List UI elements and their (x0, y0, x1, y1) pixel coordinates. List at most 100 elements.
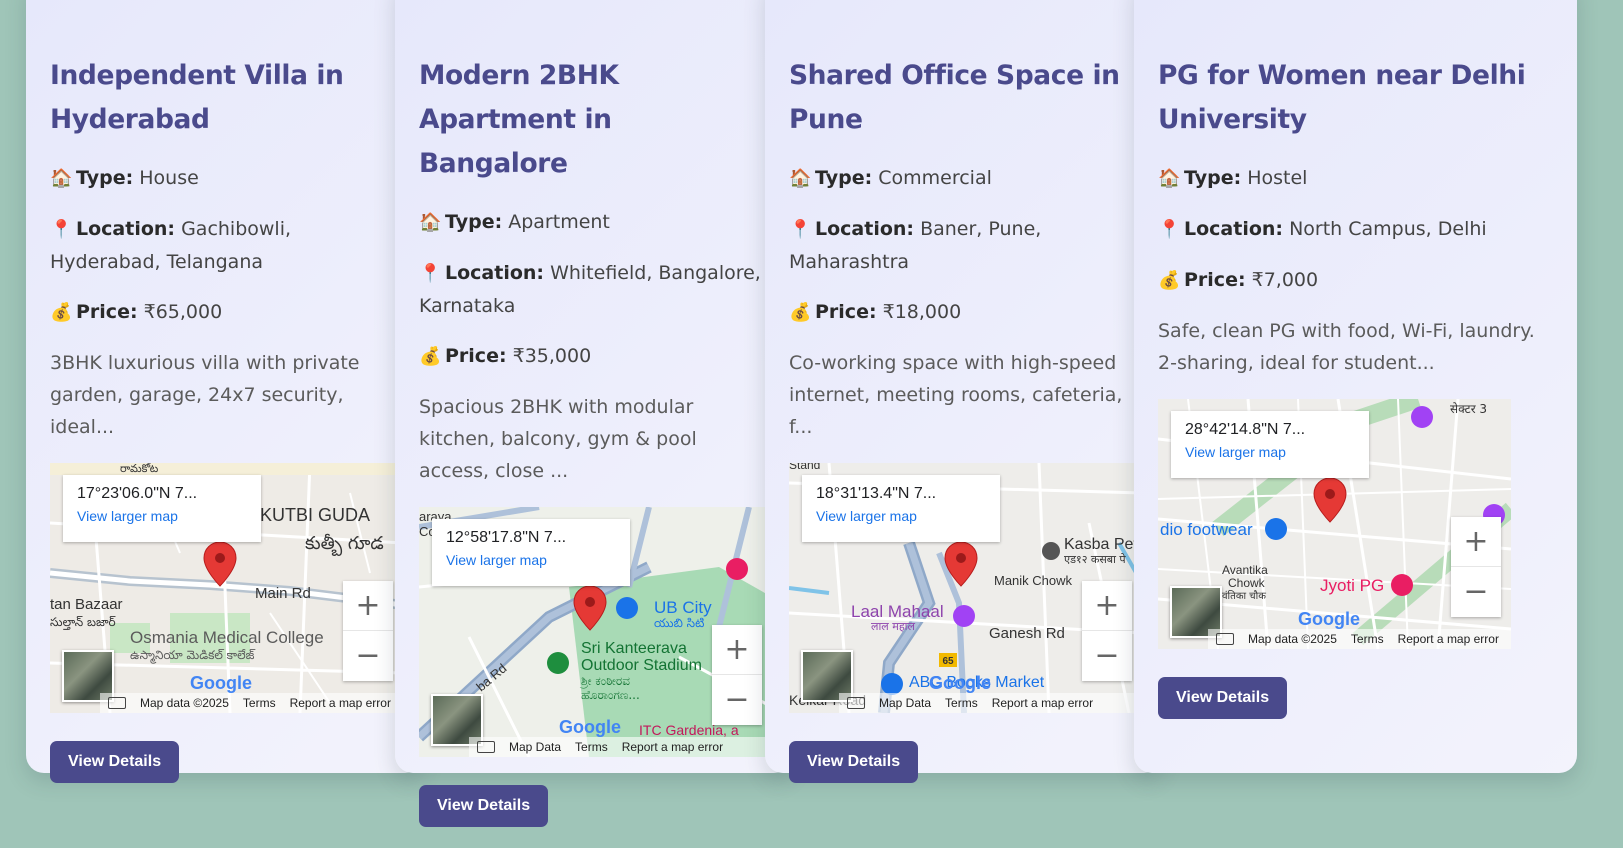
keyboard-icon[interactable] (108, 697, 126, 709)
type-value: House (139, 167, 199, 189)
house-icon: 🏠 (1158, 168, 1181, 189)
zoom-in-button[interactable]: + (343, 581, 393, 631)
listing-title: Modern 2BHK Apartment in Bangalore (419, 60, 619, 179)
listing-title: Independent Villa in Hyderabad (50, 60, 344, 135)
map-embed[interactable]: dio footwear Avantika Chowk वंतिका चौक J… (1158, 399, 1511, 649)
view-larger-map-link[interactable]: View larger map (77, 508, 247, 524)
zoom-in-button[interactable]: + (1082, 581, 1132, 631)
type-value: Apartment (508, 211, 610, 233)
map-footer: Map Data Terms Report a map error (839, 693, 1142, 713)
map-place-label: కుత్బీ గూడ (305, 533, 384, 556)
keyboard-icon[interactable] (1216, 633, 1234, 645)
money-bag-icon: 💰 (50, 302, 73, 323)
map-pin-icon[interactable] (1313, 477, 1347, 523)
zoom-out-button[interactable]: − (1082, 631, 1132, 681)
map-report-link[interactable]: Report a map error (1398, 632, 1499, 646)
map-pin-icon[interactable] (573, 585, 607, 631)
map-place-label: Manik Chowk (994, 573, 1073, 588)
price-value: ₹7,000 (1251, 269, 1319, 291)
location-row: 📍 Location: Baner, Pune, Maharashtra (789, 213, 1138, 278)
view-larger-map-link[interactable]: View larger map (446, 552, 616, 568)
keyboard-icon[interactable] (847, 697, 865, 709)
map-place-label: वंतिका चौक (1222, 590, 1266, 602)
pin-icon: 📍 (1158, 219, 1181, 240)
map-coordinates: 17°23'06.0"N 7... (77, 485, 198, 502)
map-info-box: 18°31'13.4"N 7... View larger map (802, 475, 1000, 542)
map-zoom-control: + − (712, 625, 762, 725)
keyboard-icon[interactable] (477, 741, 495, 753)
type-row: 🏠 Type: House (50, 162, 399, 195)
map-place-label: ఉస్మానియా మెడికల్ కాలేజ్ (130, 648, 256, 664)
type-value: Hostel (1247, 167, 1308, 189)
map-terms-link[interactable]: Terms (243, 696, 276, 710)
map-place-label: Avantika (1222, 563, 1268, 577)
house-icon: 🏠 (419, 212, 442, 233)
map-place-label: Jyoti PG (1320, 576, 1384, 595)
view-larger-map-link[interactable]: View larger map (1185, 444, 1355, 460)
listing-card: Modern 2BHK Apartment in Bangalore 🏠 Type… (395, 0, 792, 827)
map-coordinates: 28°42'14.8"N 7... (1185, 421, 1306, 438)
map-footer: Map Data Terms Report a map error (469, 737, 772, 757)
view-details-button[interactable]: View Details (789, 741, 919, 783)
zoom-out-button[interactable]: − (1451, 567, 1501, 617)
map-info-box: 28°42'14.8"N 7... View larger map (1171, 411, 1369, 478)
house-icon: 🏠 (789, 168, 812, 189)
zoom-out-button[interactable]: − (712, 675, 762, 725)
map-report-link[interactable]: Report a map error (290, 696, 391, 710)
map-place-label: ಶ್ರೀ ಕಂಠೀರವ (579, 674, 630, 688)
location-value: North Campus, Delhi (1289, 218, 1487, 240)
price-value: ₹65,000 (143, 301, 223, 323)
map-pin-icon[interactable] (203, 541, 237, 587)
view-details-button[interactable]: View Details (1158, 677, 1288, 719)
map-embed[interactable]: Kasba Pet एड१२ कसबा पे Manik Chowk Laal … (789, 463, 1142, 713)
zoom-in-button[interactable]: + (1451, 517, 1501, 567)
map-footer: Map data ©2025 Terms Report a map error (1208, 629, 1511, 649)
price-row: 💰 Price: ₹7,000 (1158, 264, 1553, 297)
zoom-in-button[interactable]: + (712, 625, 762, 675)
location-row: 📍 Location: Whitefield, Bangalore, Karnat… (419, 257, 768, 322)
map-place-label: KUTBI GUDA (260, 505, 370, 525)
google-logo: Google (190, 673, 252, 693)
map-data-label: Map Data (879, 696, 932, 710)
view-larger-map-link[interactable]: View larger map (816, 508, 986, 524)
view-details-button[interactable]: View Details (419, 785, 549, 827)
map-coordinates: 12°58'17.8"N 7... (446, 529, 567, 546)
map-terms-link[interactable]: Terms (945, 696, 978, 710)
map-zoom-control: + − (1082, 581, 1132, 681)
listing-description: 3BHK luxurious villa with private garden… (50, 352, 360, 438)
map-zoom-control: + − (1451, 517, 1501, 617)
map-report-link[interactable]: Report a map error (992, 696, 1093, 710)
map-place-label: Chowk (1228, 576, 1266, 590)
map-embed[interactable]: KUTBI GUDA కుత్బీ గూడ Main Rd tan Bazaar… (50, 463, 403, 713)
map-place-label: Main Rd (255, 585, 311, 602)
map-footer: Map data ©2025 Terms Report a map error (100, 693, 403, 713)
listing-description: Spacious 2BHK with modular kitchen, balc… (419, 396, 697, 482)
map-pin-icon[interactable] (944, 541, 978, 587)
map-place-label: యుబి సిటి (654, 616, 704, 630)
zoom-out-button[interactable]: − (343, 631, 393, 681)
type-value: Commercial (878, 167, 992, 189)
map-data-label: Map data ©2025 (140, 696, 229, 710)
map-place-label: రామకోట (120, 463, 159, 475)
map-terms-link[interactable]: Terms (575, 740, 608, 754)
map-place-label: Laal Mahaal (851, 602, 944, 621)
map-place-label: ಹೊರಾಂಗಣ... (581, 688, 640, 702)
pin-icon: 📍 (789, 219, 812, 240)
map-place-label: 65 (942, 656, 954, 667)
google-logo: Google (1298, 609, 1360, 629)
map-embed[interactable]: UB City యుబి సిటి Sri Kanteerava Outdoor… (419, 507, 772, 757)
map-report-link[interactable]: Report a map error (622, 740, 723, 754)
map-terms-link[interactable]: Terms (1351, 632, 1384, 646)
map-place-label: लाल महाल (871, 620, 916, 633)
map-place-label: tan Bazaar (50, 596, 123, 613)
location-row: 📍 Location: Gachibowli, Hyderabad, Telang… (50, 213, 399, 278)
map-place-label: Kasba Pet (1064, 536, 1138, 553)
listing-card: Independent Villa in Hyderabad 🏠 Type: Ho… (26, 0, 423, 783)
view-details-button[interactable]: View Details (50, 741, 180, 783)
map-coordinates: 18°31'13.4"N 7... (816, 485, 937, 502)
google-logo: Google (929, 673, 991, 693)
map-place-label: Osmania Medical College (130, 628, 324, 647)
money-bag-icon: 💰 (1158, 270, 1181, 291)
map-zoom-control: + − (343, 581, 393, 681)
location-row: 📍 Location: North Campus, Delhi (1158, 213, 1553, 246)
